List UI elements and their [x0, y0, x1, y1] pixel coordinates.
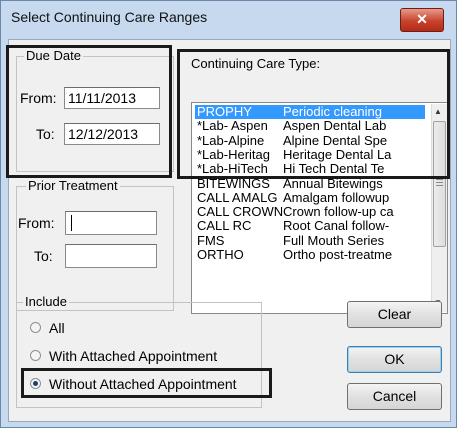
dialog-window: Select Continuing Care Ranges ✕ Due Date…: [0, 0, 457, 428]
include-legend: Include: [23, 294, 69, 309]
care-type-code: CALL CROWN: [197, 205, 284, 220]
cancel-button[interactable]: Cancel: [347, 383, 442, 410]
prior-to-label: To:: [34, 248, 53, 264]
radio-all-label: All: [49, 320, 65, 336]
prior-from-label: From:: [18, 215, 55, 231]
close-icon: ✕: [416, 11, 428, 27]
due-date-highlight: [6, 45, 172, 178]
care-type-description: Root Canal follow-: [283, 219, 390, 234]
close-button[interactable]: ✕: [400, 8, 444, 32]
care-type-description: Full Mouth Series: [283, 233, 385, 248]
care-type-item[interactable]: ORTHO Ortho post-treatme: [195, 248, 425, 262]
care-type-code: CALL AMALG: [197, 190, 278, 205]
care-type-code: FMS: [197, 233, 225, 248]
prior-treatment-legend: Prior Treatment: [26, 178, 120, 193]
clear-button[interactable]: Clear: [347, 301, 442, 328]
radio-all[interactable]: [30, 322, 41, 333]
care-type-description: Amalgam followup: [283, 190, 390, 205]
without-appointment-highlight: [21, 368, 272, 398]
prior-to-input[interactable]: [65, 244, 157, 268]
ok-button[interactable]: OK: [347, 346, 442, 373]
prior-from-input[interactable]: [65, 211, 157, 235]
care-type-code: CALL RC: [197, 219, 252, 234]
text-caret: [71, 215, 72, 231]
radio-with-appointment[interactable]: [30, 350, 41, 361]
care-type-code: ORTHO: [197, 248, 244, 262]
care-type-description: Ortho post-treatme: [283, 248, 393, 262]
window-title: Select Continuing Care Ranges: [11, 9, 208, 25]
care-type-description: Crown follow-up ca: [283, 205, 394, 220]
care-type-item[interactable]: CALL CROWN Crown follow-up ca: [195, 205, 425, 219]
care-type-highlight: [177, 49, 450, 179]
care-type-item[interactable]: CALL AMALG Amalgam followup: [195, 191, 425, 205]
care-type-item[interactable]: FMS Full Mouth Series: [195, 234, 425, 248]
radio-with-appointment-label: With Attached Appointment: [49, 348, 218, 364]
care-type-item[interactable]: CALL RC Root Canal follow-: [195, 219, 425, 233]
